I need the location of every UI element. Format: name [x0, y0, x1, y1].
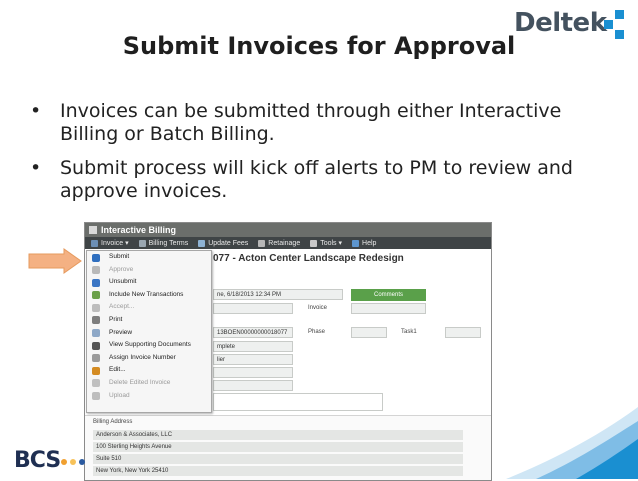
- menu-item-label: Upload: [109, 391, 130, 399]
- menu-item-accept[interactable]: Accept...: [87, 301, 211, 314]
- window-icon: [89, 226, 97, 234]
- document-header: 077 - Acton Center Landscape Redesign: [213, 253, 404, 264]
- bullet-text: Submit process will kick off alerts to P…: [60, 157, 573, 202]
- invoice-icon: [91, 239, 98, 247]
- menu-item-label: Print: [109, 315, 123, 323]
- date-field[interactable]: ne, 6/18/2013 12:34 PM: [213, 289, 343, 300]
- preview-icon: [92, 329, 100, 338]
- invoice-label: Invoice: [308, 305, 328, 311]
- billing-address-line[interactable]: 100 Sterling Heights Avenue: [93, 442, 463, 452]
- menu-item-label: Approve: [109, 265, 134, 273]
- menu-item-delete-edited-invoice[interactable]: Delete Edited Invoice: [87, 377, 211, 390]
- pointer-arrow-icon: [28, 248, 82, 274]
- menu-item-label: Edit...: [109, 366, 126, 374]
- app-menubar: Invoice ▾ Billing Terms Update Fees Retaina…: [85, 237, 491, 249]
- menu-item-label: Submit: [109, 253, 130, 260]
- unsubmit-icon: [92, 278, 100, 287]
- edit-icon: [92, 366, 100, 375]
- menubar-item-label: Tools ▾: [320, 240, 343, 247]
- menubar-item-label: Invoice ▾: [101, 240, 129, 247]
- approve-icon: [92, 266, 100, 275]
- id-field[interactable]: 13BOEN00000000018077: [213, 327, 293, 338]
- task-label: Task1: [401, 329, 417, 335]
- interactive-billing-screenshot: Interactive Billing Invoice ▾ Billing Ter…: [84, 222, 492, 481]
- delete-icon: [92, 379, 100, 388]
- print-icon: [92, 316, 100, 325]
- task-field[interactable]: [445, 327, 481, 338]
- bcs-logo-text: BCS: [14, 448, 61, 473]
- invoice-field[interactable]: [351, 303, 426, 314]
- invoice-dropdown-menu: Submit Approve Unsubmit Include New Transac…: [86, 250, 212, 413]
- menu-item-label: Accept...: [109, 303, 135, 311]
- blank-field[interactable]: [213, 380, 293, 391]
- help-icon: [352, 239, 360, 247]
- upload-icon: [92, 392, 100, 401]
- menubar-item-label: Retainage: [268, 239, 301, 247]
- menu-item-view-supporting-documents[interactable]: View Supporting Documents: [87, 339, 211, 352]
- billing-address-line[interactable]: New York, New York 25410: [93, 466, 463, 476]
- bullet-text: Invoices can be submitted through either…: [60, 100, 562, 145]
- menu-item-preview[interactable]: Preview: [87, 327, 211, 340]
- approver-field[interactable]: lier: [213, 354, 293, 365]
- status-field[interactable]: mplete: [213, 341, 293, 352]
- tools-icon: [310, 239, 318, 247]
- bcs-logo-dots: [61, 459, 85, 465]
- phase-field[interactable]: [351, 327, 387, 338]
- bullet-item: • Submit process will kick off alerts to…: [30, 157, 610, 203]
- menubar-item[interactable]: Tools ▾: [310, 239, 342, 247]
- billing-address-line[interactable]: Suite 510: [93, 454, 463, 464]
- notes-field[interactable]: [213, 393, 383, 411]
- menu-item-print[interactable]: Print: [87, 314, 211, 327]
- billing-address-title: Billing Address: [93, 419, 133, 425]
- billing-address-section: Billing Address Anderson & Associates, L…: [85, 415, 491, 480]
- menubar-item[interactable]: Retainage: [258, 239, 301, 247]
- menu-item-include-new-transactions[interactable]: Include New Transactions: [87, 289, 211, 302]
- menubar-item[interactable]: Help: [352, 239, 377, 247]
- menu-item-assign-invoice-number[interactable]: Assign Invoice Number: [87, 352, 211, 365]
- comments-button[interactable]: Comments: [351, 289, 426, 301]
- billing-terms-icon: [138, 239, 146, 247]
- submit-icon: [92, 253, 100, 262]
- menu-item-approve[interactable]: Approve: [87, 264, 211, 277]
- phase-label: Phase: [308, 329, 326, 335]
- menu-item-edit[interactable]: Edit...: [87, 364, 211, 377]
- assign-number-icon: [92, 354, 100, 363]
- slide-title: Submit Invoices for Approval: [122, 32, 516, 60]
- menu-item-unsubmit[interactable]: Unsubmit: [87, 276, 211, 289]
- menubar-item-label: Help: [362, 239, 377, 247]
- bullet-dot: •: [30, 157, 42, 179]
- menubar-item[interactable]: Invoice ▾: [91, 239, 129, 247]
- accept-icon: [92, 303, 100, 312]
- blank-field[interactable]: [213, 303, 293, 314]
- retainage-icon: [258, 239, 266, 247]
- menubar-item-label: Update Fees: [208, 239, 249, 247]
- menu-item-label: View Supporting Documents: [109, 341, 191, 349]
- window-title-bar: Interactive Billing: [85, 223, 491, 237]
- menu-item-label: Assign Invoice Number: [109, 353, 176, 361]
- window-title: Interactive Billing: [101, 225, 177, 235]
- bullet-dot: •: [30, 100, 42, 122]
- menu-item-submit[interactable]: Submit: [87, 251, 211, 264]
- menu-item-label: Unsubmit: [109, 278, 137, 286]
- billing-address-line[interactable]: Anderson & Associates, LLC: [93, 430, 463, 440]
- include-transactions-icon: [92, 291, 100, 300]
- menu-item-label: Delete Edited Invoice: [109, 378, 171, 386]
- blank-field[interactable]: [213, 367, 293, 378]
- update-fees-icon: [198, 239, 206, 247]
- view-documents-icon: [92, 341, 100, 350]
- menu-item-label: Preview: [109, 328, 133, 336]
- bullet-list: • Invoices can be submitted through eith…: [30, 100, 610, 214]
- menu-item-label: Include New Transactions: [109, 290, 184, 298]
- menubar-item-label: Billing Terms: [148, 239, 189, 247]
- menu-item-upload[interactable]: Upload: [87, 390, 211, 403]
- menubar-item[interactable]: Billing Terms: [138, 239, 189, 247]
- decorative-ribbon: [506, 407, 638, 479]
- menubar-item[interactable]: Update Fees: [198, 239, 249, 247]
- bullet-item: • Invoices can be submitted through eith…: [30, 100, 610, 146]
